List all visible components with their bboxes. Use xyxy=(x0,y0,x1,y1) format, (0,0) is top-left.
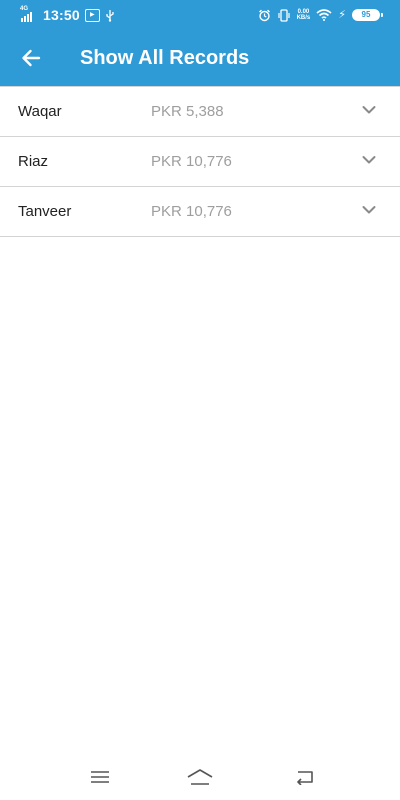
cellular-signal-icon: 4G xyxy=(20,6,38,22)
wifi-icon xyxy=(316,9,332,21)
record-name: Tanveer xyxy=(18,203,72,220)
system-navigation-bar xyxy=(0,756,400,800)
menu-button[interactable] xyxy=(86,766,114,788)
usb-icon xyxy=(106,9,114,22)
chevron-down-icon[interactable] xyxy=(362,155,376,165)
record-amount: PKR 10,776 xyxy=(151,153,232,170)
network-speed: 0.00 KB/s xyxy=(296,9,311,21)
record-amount: PKR 10,776 xyxy=(151,203,232,220)
menu-icon xyxy=(91,771,109,783)
home-button[interactable] xyxy=(186,766,214,788)
record-name: Riaz xyxy=(18,153,49,170)
app-bar: Show All Records xyxy=(0,30,400,86)
records-list: Waqar PKR 5,388 Riaz PKR 10,776 Tanveer … xyxy=(0,86,400,237)
chevron-down-icon[interactable] xyxy=(362,105,376,115)
record-name: Waqar xyxy=(18,103,62,120)
vibrate-icon xyxy=(277,8,290,22)
alarm-icon xyxy=(258,9,270,21)
record-row[interactable]: Waqar PKR 5,388 xyxy=(0,87,400,137)
record-row[interactable]: Tanveer PKR 10,776 xyxy=(0,187,400,237)
page-title: Show All Records xyxy=(80,47,250,69)
home-icon xyxy=(187,769,213,785)
status-time: 13:50 xyxy=(43,7,80,23)
notification-app-icon: ▶ xyxy=(84,8,100,22)
charging-icon: ⚡ xyxy=(338,9,346,21)
arrow-left-icon xyxy=(22,49,41,67)
chevron-down-icon[interactable] xyxy=(362,205,376,215)
back-button[interactable] xyxy=(14,42,48,74)
status-bar: 4G 13:50 ▶ 0.00 KB/s ⚡ 95 xyxy=(0,0,400,30)
record-amount: PKR 5,388 xyxy=(151,103,224,120)
record-row[interactable]: Riaz PKR 10,776 xyxy=(0,137,400,187)
nav-back-button[interactable] xyxy=(291,766,319,788)
back-icon xyxy=(297,771,313,785)
battery-icon: 95 xyxy=(352,9,383,21)
